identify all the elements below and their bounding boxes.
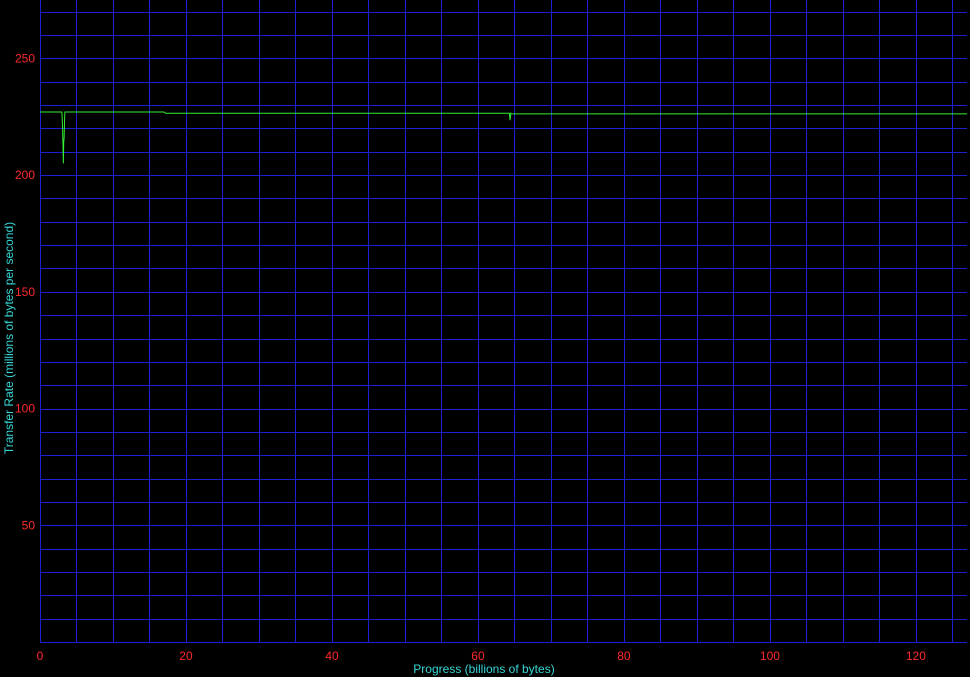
x-tick-label: 60	[471, 649, 485, 663]
y-tick-label: 200	[15, 168, 35, 182]
y-tick-label: 100	[15, 402, 35, 416]
x-tick-label: 80	[617, 649, 631, 663]
x-tick-label: 20	[179, 649, 193, 663]
y-axis-label: Transfer Rate (millions of bytes per sec…	[2, 222, 16, 454]
chart-svg: 0 20 40 60 80 100 120 50 100 150 200 250 Progress (…	[2, 0, 967, 676]
y-tick-label: 250	[15, 51, 35, 65]
x-tick-label: 0	[37, 649, 44, 663]
x-tick-label: 100	[760, 649, 780, 663]
grid	[40, 0, 967, 642]
transfer-rate-chart: 0 20 40 60 80 100 120 50 100 150 200 250 Progress (…	[0, 0, 970, 677]
x-tick-label: 120	[906, 649, 926, 663]
y-tick-label: 50	[22, 518, 36, 532]
series-layer	[40, 111, 967, 164]
y-tick-label: 150	[15, 285, 35, 299]
x-axis-label: Progress (billions of bytes)	[413, 662, 554, 676]
axes	[40, 0, 967, 643]
series-line	[40, 111, 967, 164]
x-tick-label: 40	[325, 649, 339, 663]
tick-labels: 0 20 40 60 80 100 120 50 100 150 200 250	[15, 51, 926, 663]
